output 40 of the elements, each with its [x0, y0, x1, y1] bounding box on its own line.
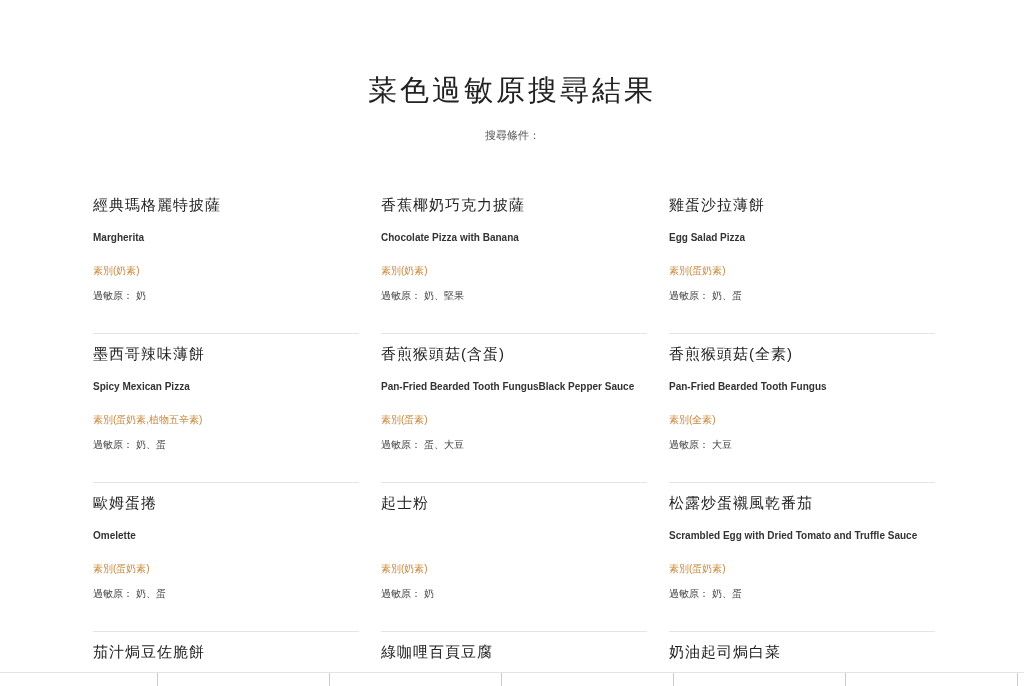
allergen-list: 過敏原： 奶、蛋: [93, 587, 359, 601]
diet-category: 素別(奶素): [93, 264, 141, 278]
diet-category: 素別(奶素): [381, 562, 429, 576]
dish-name: 松露炒蛋襯風乾番茄: [669, 493, 814, 513]
dish-name: 綠咖哩百頁豆腐: [381, 642, 494, 662]
dish-name: 墨西哥辣味薄餅: [93, 344, 206, 364]
english-name: Egg Salad Pizza: [669, 231, 747, 245]
diet-category: 素別(蛋奶素,植物五辛素): [93, 413, 204, 427]
dish-name: 香煎猴頭菇(全素): [669, 344, 794, 364]
allergen-list: 過敏原： 奶、蛋: [669, 587, 935, 601]
english-name: Spicy Mexican Pizza: [93, 380, 191, 394]
english-name: Omelette: [93, 529, 137, 543]
dish-name: 歐姆蛋捲: [93, 493, 158, 513]
dish-name: 奶油起司焗白菜: [669, 642, 782, 662]
allergen-list: 過敏原： 大豆: [669, 438, 935, 452]
allergen-list: 過敏原： 奶、蛋: [669, 289, 935, 303]
english-name: Margherita: [93, 231, 146, 245]
english-name: Scrambled Egg with Dried Tomato and Truffle Sauce: [669, 529, 919, 543]
allergen-list: 過敏原： 奶、蛋: [93, 438, 359, 452]
diet-category: 素別(蛋奶素): [93, 562, 151, 576]
dish-name: 茄汁焗豆佐脆餅: [93, 642, 206, 662]
english-name: Pan-Fried Bearded Tooth FungusBlack Pepper Sauce: [381, 380, 636, 394]
allergen-list: 過敏原： 奶: [93, 289, 359, 303]
english-name: Pan-Fried Bearded Tooth Fungus: [669, 380, 828, 394]
page-title: 菜色過敏原搜尋結果: [368, 73, 656, 108]
dish-name: 香蕉椰奶巧克力披薩: [381, 195, 526, 215]
diet-category: 素別(全素): [669, 413, 717, 427]
dish-name: 經典瑪格麗特披薩: [93, 195, 222, 215]
diet-category: 素別(蛋奶素): [669, 562, 727, 576]
dish-name: 香煎猴頭菇(含蛋): [381, 344, 506, 364]
diet-category: 素別(蛋素): [381, 413, 429, 427]
diet-category: 素別(蛋奶素): [669, 264, 727, 278]
allergen-list: 過敏原： 蛋、大豆: [381, 438, 647, 452]
search-criteria: 搜尋條件：: [484, 128, 540, 143]
allergen-list: 過敏原： 奶、堅果: [381, 289, 647, 303]
diet-category: 素別(奶素): [381, 264, 429, 278]
allergen-list: 過敏原： 奶: [381, 587, 647, 601]
dish-name: 雞蛋沙拉薄餅: [669, 195, 766, 215]
dish-name: 起士粉: [381, 493, 430, 513]
english-name: Chocolate Pizza with Banana: [381, 231, 520, 245]
